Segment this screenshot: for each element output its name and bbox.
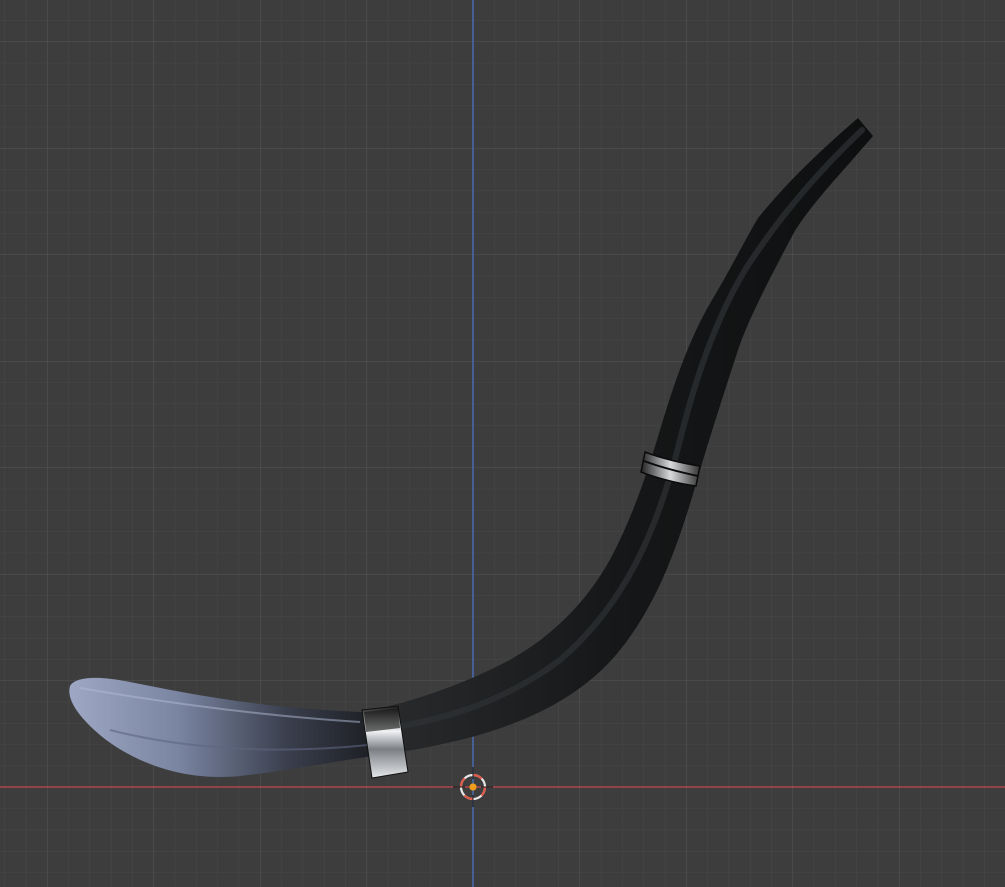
tail-band-lower-shadow: [364, 708, 400, 732]
3d-viewport[interactable]: [0, 0, 1005, 887]
viewport-canvas[interactable]: [0, 0, 1005, 887]
